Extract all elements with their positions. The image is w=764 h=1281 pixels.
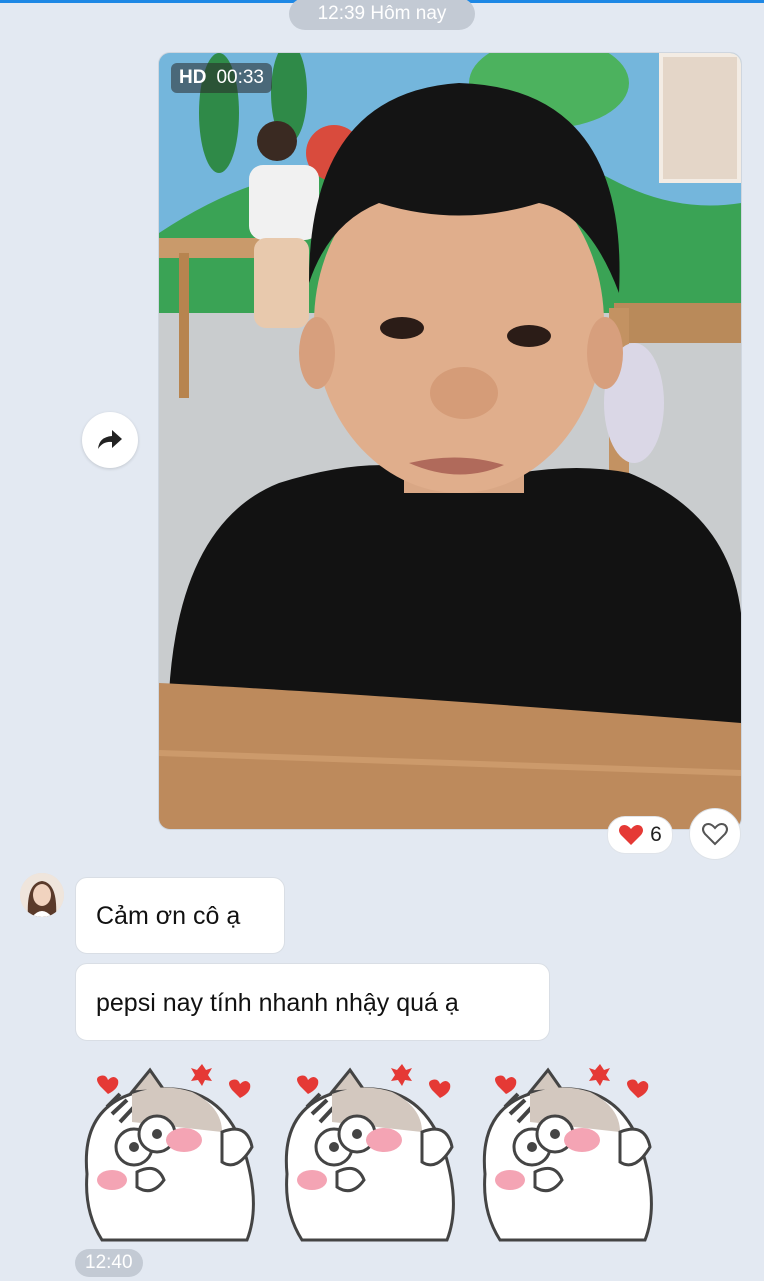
cat-sticker [84,1064,255,1242]
sender-avatar[interactable] [20,873,64,917]
reaction-summary[interactable]: 6 [607,816,673,854]
react-button[interactable] [689,808,741,860]
cat-sticker [482,1062,654,1242]
forward-button[interactable] [82,412,138,468]
reaction-count: 6 [650,823,662,846]
avatar-image [20,873,64,917]
date-separator: 12:39 Hôm nay [289,0,475,30]
red-heart-icon [619,825,644,845]
video-message[interactable]: HD 00:33 [158,52,742,830]
video-info-badge: HD 00:33 [171,63,272,93]
message-time: 12:40 [75,1249,143,1277]
cat-sticker [284,1062,456,1242]
video-duration: 00:33 [216,67,264,88]
message-bubble[interactable]: Cảm ơn cô ạ [75,877,285,954]
hd-label: HD [179,67,207,88]
forward-arrow-icon [98,430,122,449]
video-thumbnail [159,53,741,829]
heart-outline-icon [702,823,728,846]
message-bubble[interactable]: pepsi nay tính nhanh nhậy quá ạ [75,963,550,1041]
sticker-message[interactable] [72,1062,672,1247]
